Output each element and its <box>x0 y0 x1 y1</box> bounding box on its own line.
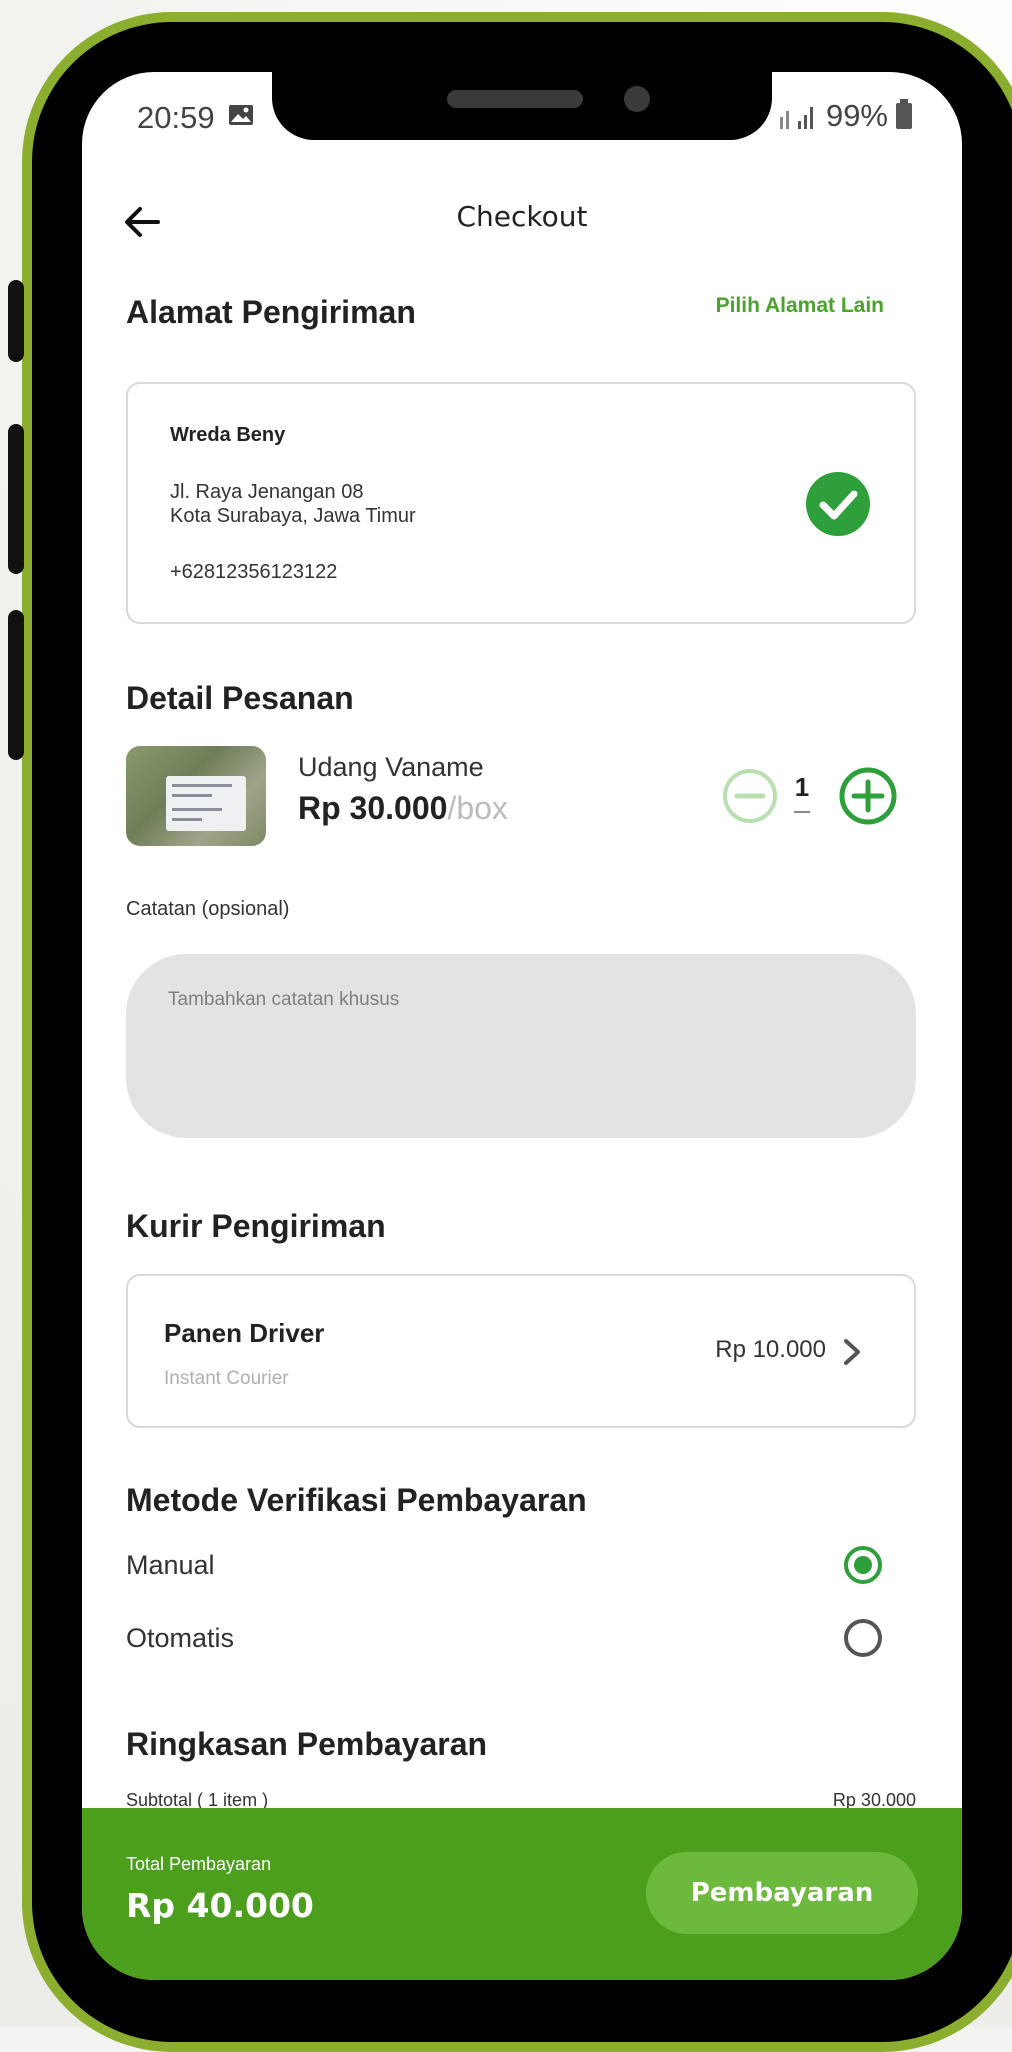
recipient-phone: +62812356123122 <box>170 561 338 583</box>
address-city: Kota Surabaya, Jawa Timur <box>170 505 416 527</box>
side-button <box>8 280 24 362</box>
increase-quantity-icon[interactable] <box>838 766 898 826</box>
total-value: Rp 40.000 <box>126 1886 314 1925</box>
courier-name: Panen Driver <box>164 1318 325 1348</box>
courier-section-title: Kurir Pengiriman <box>126 1208 386 1244</box>
quantity-underline <box>794 811 810 813</box>
method-label: Otomatis <box>126 1623 235 1653</box>
product-image <box>126 746 266 846</box>
method-label: Manual <box>126 1550 215 1580</box>
subtotal-label: Subtotal ( 1 item ) <box>126 1790 269 1810</box>
courier-price: Rp 10.000 <box>715 1336 826 1363</box>
checkout-footer: Total Pembayaran Rp 40.000 Pembayaran <box>82 1808 962 1980</box>
method-manual[interactable]: Manual <box>126 1542 916 1592</box>
change-address-link[interactable]: Pilih Alamat Lain <box>716 294 884 318</box>
speaker <box>447 90 583 108</box>
pay-button[interactable]: Pembayaran <box>646 1852 918 1934</box>
address-section-title: Alamat Pengiriman <box>126 294 416 330</box>
front-camera <box>624 86 650 112</box>
decrease-quantity-icon[interactable] <box>722 768 778 824</box>
camera-notch <box>272 72 772 140</box>
courier-card[interactable]: Panen Driver Instant Courier Rp 10.000 <box>126 1274 916 1428</box>
radio-selected[interactable] <box>844 1546 882 1584</box>
gallery-notification-icon <box>229 105 253 125</box>
side-button <box>8 424 24 574</box>
method-otomatis[interactable]: Otomatis <box>126 1615 916 1665</box>
note-box[interactable] <box>126 954 916 1138</box>
signal-icon <box>779 107 813 129</box>
recipient-name: Wreda Beny <box>170 424 286 446</box>
product-label-graphic <box>166 776 246 831</box>
side-button <box>8 610 24 760</box>
order-section-title: Detail Pesanan <box>126 680 354 716</box>
chevron-right-icon <box>844 1339 860 1365</box>
price-value: Rp 30.000 <box>298 790 448 826</box>
verification-section-title: Metode Verifikasi Pembayaran <box>126 1482 587 1518</box>
status-time: 20:59 <box>137 100 215 135</box>
summary-section-title: Ringkasan Pembayaran <box>126 1726 488 1762</box>
status-indicators: 99% <box>778 98 912 134</box>
battery-icon <box>896 99 912 129</box>
address-card[interactable]: Wreda Beny Jl. Raya Jenangan 08 Kota Sur… <box>126 382 916 624</box>
note-input[interactable] <box>168 980 876 1020</box>
price-unit: /box <box>447 790 508 826</box>
page-title: Checkout <box>456 200 588 233</box>
app-screen: 20:59 99% Checkout Alamat Pengiriman Pil… <box>82 72 962 1980</box>
product-name: Udang Vaname <box>298 752 484 782</box>
radio-unselected[interactable] <box>844 1619 882 1657</box>
quantity-value: 1 <box>794 772 810 802</box>
app-header: Checkout <box>82 182 962 262</box>
product-price: Rp 30.000/box <box>298 790 508 827</box>
total-label: Total Pembayaran <box>126 1854 272 1874</box>
courier-type: Instant Courier <box>164 1368 289 1389</box>
battery-percent: 99% <box>825 98 888 133</box>
note-label: Catatan (opsional) <box>126 898 290 920</box>
address-street: Jl. Raya Jenangan 08 <box>170 481 364 503</box>
selected-check-icon <box>806 472 870 536</box>
